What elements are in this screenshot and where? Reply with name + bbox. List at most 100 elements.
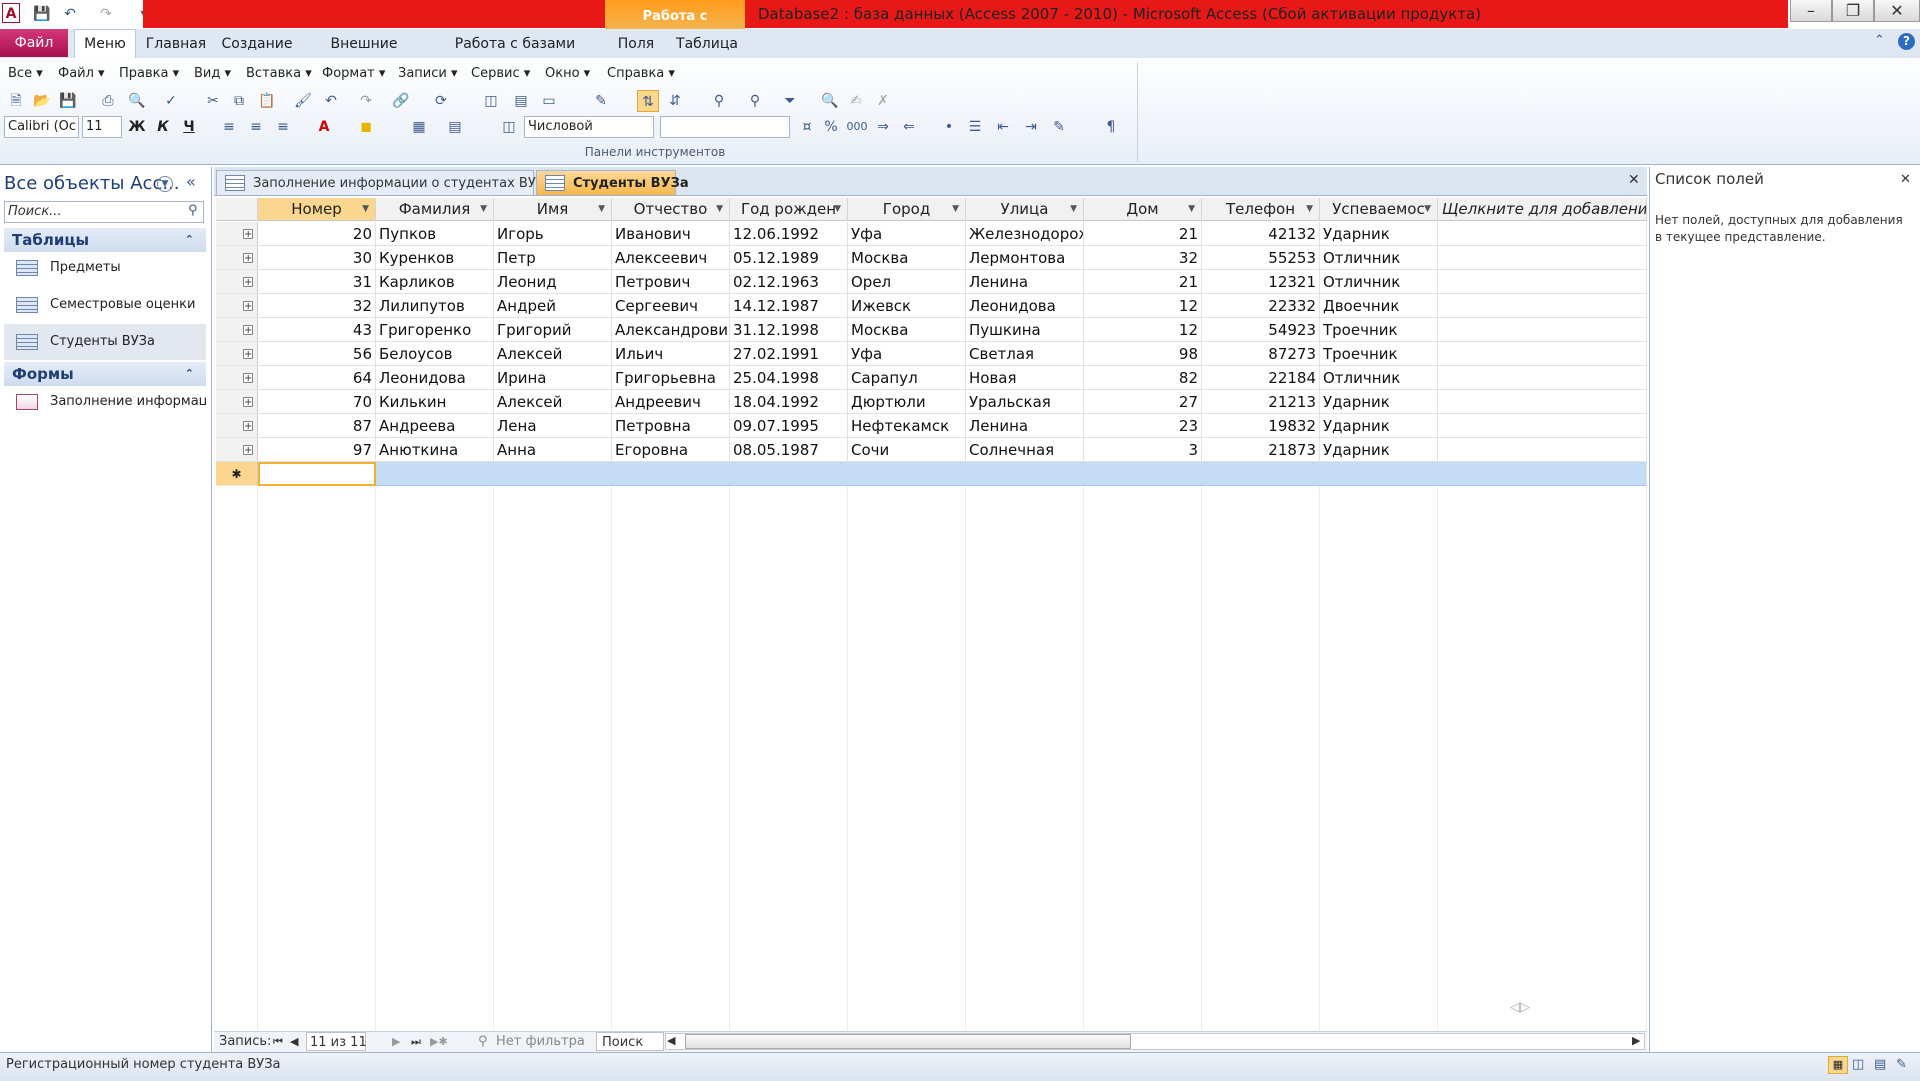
decrease-decimals-icon[interactable]: ⇐ <box>898 116 920 138</box>
italic-button[interactable]: К <box>152 116 174 138</box>
tab-home[interactable]: Главная <box>143 31 209 57</box>
hyperlink-icon[interactable]: 🔗 <box>390 90 412 112</box>
new-record-marker[interactable]: ✱ <box>216 462 258 486</box>
chevron-down-icon[interactable]: ▼ <box>1424 198 1431 220</box>
expand-row-icon[interactable]: + <box>243 325 253 336</box>
table-cell[interactable]: 42132 <box>1202 222 1320 246</box>
table-cell[interactable]: Леонидова <box>376 366 494 390</box>
new-icon[interactable]: 🗎 <box>5 90 27 112</box>
table-cell-empty[interactable] <box>1438 342 1647 366</box>
delete-record-icon[interactable]: ✗ <box>872 90 894 112</box>
column-header[interactable]: Успеваемос ▼ <box>1320 198 1438 221</box>
column-header[interactable]: Отчество ▼ <box>612 198 730 221</box>
table-cell[interactable]: Ударник <box>1320 414 1438 438</box>
column-header[interactable]: Телефон ▼ <box>1202 198 1320 221</box>
filter-status[interactable]: Нет фильтра <box>496 1031 585 1052</box>
table-cell[interactable]: Двоечник <box>1320 294 1438 318</box>
table-cell[interactable]: Отличник <box>1320 246 1438 270</box>
print-icon[interactable]: ⎙ <box>97 90 119 112</box>
access-app-icon[interactable]: A <box>2 3 20 23</box>
menu-records[interactable]: Записи ▾ <box>398 64 458 84</box>
last-record-icon[interactable]: ⏭ <box>411 1031 421 1052</box>
nav-item-form-fill[interactable]: Заполнение информац... <box>4 384 206 420</box>
column-header[interactable]: Год рожден ▼ <box>730 198 848 221</box>
table-cell[interactable]: Леонидова <box>966 294 1084 318</box>
active-cell[interactable] <box>258 462 376 486</box>
pivotchart-view-icon[interactable]: ▤ <box>1874 1057 1886 1072</box>
font-color-icon[interactable]: A <box>313 116 335 138</box>
table-cell[interactable]: Орел <box>848 270 966 294</box>
table-cell[interactable]: 05.12.1989 <box>730 246 848 270</box>
sort-descending-icon[interactable]: ⇵ <box>664 90 686 112</box>
menu-tools[interactable]: Сервис ▾ <box>471 64 530 84</box>
tab-database-tools[interactable]: Работа с базами данных <box>435 31 595 78</box>
copy-icon[interactable]: ⧉ <box>228 90 250 112</box>
pivottable-view-icon[interactable]: ◫ <box>1852 1057 1864 1072</box>
table-cell[interactable]: 27.02.1991 <box>730 342 848 366</box>
table-cell[interactable]: Алексей <box>494 342 612 366</box>
table-cell[interactable]: Лена <box>494 414 612 438</box>
scrollbar-thumb[interactable] <box>685 1034 1131 1049</box>
nav-group-forms[interactable]: Формы ⌃ <box>4 362 206 386</box>
table-cell[interactable]: 23 <box>1084 414 1202 438</box>
table-cell-empty[interactable] <box>1438 270 1647 294</box>
table-cell[interactable]: Новая <box>966 366 1084 390</box>
close-field-list-icon[interactable]: ✕ <box>1900 172 1911 187</box>
filter-form-icon[interactable]: ⚲ <box>744 90 766 112</box>
menu-format[interactable]: Формат ▾ <box>322 64 385 84</box>
table-cell[interactable]: Ударник <box>1320 390 1438 414</box>
table-cell[interactable]: 12 <box>1084 294 1202 318</box>
table-cell-empty[interactable] <box>1438 390 1647 414</box>
table-cell[interactable]: 18.04.1992 <box>730 390 848 414</box>
redo-icon[interactable]: ↷ <box>96 4 116 24</box>
minimize-button[interactable]: – <box>1790 0 1832 22</box>
table-cell[interactable]: 30 <box>258 246 376 270</box>
table-cell[interactable]: Сочи <box>848 438 966 462</box>
expand-row-icon[interactable]: + <box>243 277 253 288</box>
currency-icon[interactable]: ¤ <box>796 116 818 138</box>
filter-selection-icon[interactable]: ⚲ <box>708 90 730 112</box>
table-cell[interactable]: Анна <box>494 438 612 462</box>
table-cell[interactable]: Андреевич <box>612 390 730 414</box>
nav-item-students[interactable]: Студенты ВУЗа <box>4 324 206 360</box>
nav-pane-title[interactable]: Все объекты Асс... <box>4 170 180 198</box>
table-cell[interactable]: Алексей <box>494 390 612 414</box>
table-cell[interactable]: Лилипутов <box>376 294 494 318</box>
chevron-down-icon[interactable]: ▼ <box>834 198 841 220</box>
table-cell[interactable]: 43 <box>258 318 376 342</box>
table-cell[interactable]: 32 <box>1084 246 1202 270</box>
properties-icon[interactable]: ▤ <box>510 90 532 112</box>
table-cell[interactable]: Дюртюли <box>848 390 966 414</box>
highlight-icon[interactable]: ✎ <box>1048 116 1070 138</box>
table-cell[interactable]: 64 <box>258 366 376 390</box>
menu-window[interactable]: Окно ▾ <box>545 64 590 84</box>
table-cell[interactable]: Андреева <box>376 414 494 438</box>
table-cell[interactable]: 97 <box>258 438 376 462</box>
table-cell[interactable]: Москва <box>848 318 966 342</box>
table-cell[interactable]: Ижевск <box>848 294 966 318</box>
format-painter-icon[interactable]: 🖌 <box>292 90 314 112</box>
prev-record-icon[interactable]: ◀ <box>290 1031 298 1052</box>
table-cell[interactable]: 12 <box>1084 318 1202 342</box>
relationships-icon[interactable]: ◫ <box>480 90 502 112</box>
expand-row-icon[interactable]: + <box>243 445 253 456</box>
collapse-nav-icon[interactable]: « <box>186 172 196 191</box>
table-cell[interactable]: Ударник <box>1320 438 1438 462</box>
menu-all[interactable]: Все ▾ <box>8 64 43 84</box>
datasheet-format-icon[interactable]: ◫ <box>498 116 520 138</box>
expand-row-icon[interactable]: + <box>243 229 253 240</box>
record-position-input[interactable]: 11 из 11 <box>306 1032 367 1051</box>
column-header[interactable]: Дом ▼ <box>1084 198 1202 221</box>
numbering-icon[interactable]: ☰ <box>964 116 986 138</box>
save-icon[interactable]: 💾 <box>32 4 52 24</box>
table-cell[interactable]: Григорий <box>494 318 612 342</box>
table-cell[interactable]: Ирина <box>494 366 612 390</box>
font-name-combo[interactable]: Calibri (Ос <box>4 116 79 138</box>
paragraph-icon[interactable]: ¶ <box>1100 116 1122 138</box>
table-cell[interactable]: 02.12.1963 <box>730 270 848 294</box>
design-view-status-icon[interactable]: ✎ <box>1896 1057 1907 1072</box>
indent-decrease-icon[interactable]: ⇤ <box>992 116 1014 138</box>
chevron-down-icon[interactable]: ▼ <box>480 198 487 220</box>
table-cell[interactable]: 12321 <box>1202 270 1320 294</box>
table-cell[interactable]: Отличник <box>1320 270 1438 294</box>
